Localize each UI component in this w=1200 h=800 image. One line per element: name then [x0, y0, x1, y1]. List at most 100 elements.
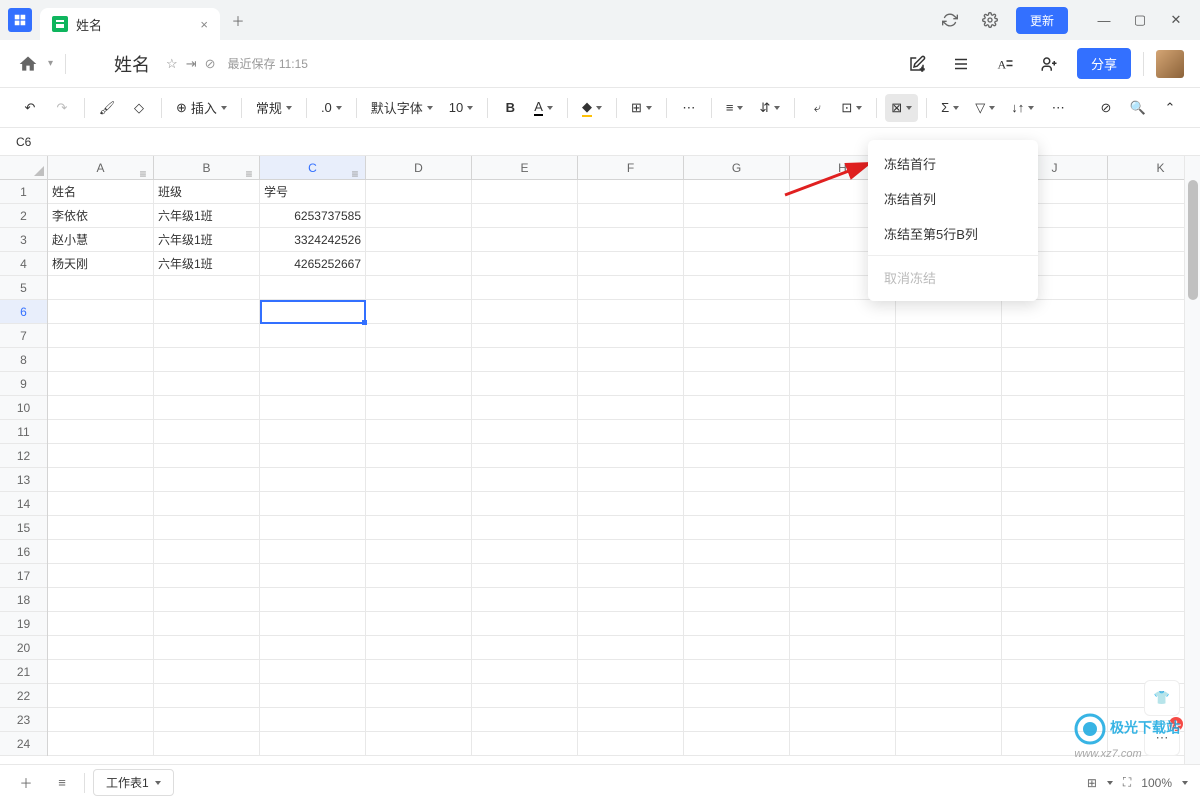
- cell-J8[interactable]: [1002, 348, 1108, 372]
- clear-format-button[interactable]: ◇: [125, 94, 153, 122]
- cell-H21[interactable]: [790, 660, 896, 684]
- assistant-icon[interactable]: 👕: [1144, 680, 1180, 716]
- row-header-18[interactable]: 18: [0, 588, 47, 612]
- cell-D18[interactable]: [366, 588, 472, 612]
- bold-button[interactable]: B: [496, 94, 524, 122]
- cell-B19[interactable]: [154, 612, 260, 636]
- cell-F15[interactable]: [578, 516, 684, 540]
- cell-I12[interactable]: [896, 444, 1002, 468]
- cell-D14[interactable]: [366, 492, 472, 516]
- cell-A11[interactable]: [48, 420, 154, 444]
- text-color-button[interactable]: A: [528, 94, 559, 122]
- close-tab-icon[interactable]: ×: [200, 17, 208, 32]
- cell-I24[interactable]: [896, 732, 1002, 756]
- cell-F20[interactable]: [578, 636, 684, 660]
- cell-I7[interactable]: [896, 324, 1002, 348]
- cell-C5[interactable]: [260, 276, 366, 300]
- column-header-D[interactable]: D: [366, 156, 472, 179]
- cell-J9[interactable]: [1002, 372, 1108, 396]
- cell-D13[interactable]: [366, 468, 472, 492]
- cell-A19[interactable]: [48, 612, 154, 636]
- cell-C8[interactable]: [260, 348, 366, 372]
- cell-I11[interactable]: [896, 420, 1002, 444]
- font-size-dropdown[interactable]: 10: [443, 94, 479, 122]
- cell-C17[interactable]: [260, 564, 366, 588]
- cell-H14[interactable]: [790, 492, 896, 516]
- text-format-icon[interactable]: A: [989, 48, 1021, 80]
- cell-B17[interactable]: [154, 564, 260, 588]
- row-header-7[interactable]: 7: [0, 324, 47, 348]
- cell-H10[interactable]: [790, 396, 896, 420]
- cell-H8[interactable]: [790, 348, 896, 372]
- list-icon[interactable]: [945, 48, 977, 80]
- cell-F22[interactable]: [578, 684, 684, 708]
- cell-G8[interactable]: [684, 348, 790, 372]
- cell-A15[interactable]: [48, 516, 154, 540]
- cell-F23[interactable]: [578, 708, 684, 732]
- cell-H9[interactable]: [790, 372, 896, 396]
- cell-A16[interactable]: [48, 540, 154, 564]
- cell-J11[interactable]: [1002, 420, 1108, 444]
- cell-E22[interactable]: [472, 684, 578, 708]
- freeze-to-cell-item[interactable]: 冻结至第5行B列: [868, 216, 1038, 251]
- share-button[interactable]: 分享: [1077, 48, 1131, 79]
- cell-D19[interactable]: [366, 612, 472, 636]
- star-icon[interactable]: ☆: [166, 56, 178, 72]
- row-header-11[interactable]: 11: [0, 420, 47, 444]
- column-header-F[interactable]: F: [578, 156, 684, 179]
- borders-button[interactable]: ⊞: [625, 94, 658, 122]
- edit-icon[interactable]: +: [901, 48, 933, 80]
- cell-F7[interactable]: [578, 324, 684, 348]
- cell-H23[interactable]: [790, 708, 896, 732]
- cell-J22[interactable]: [1002, 684, 1108, 708]
- cell-D3[interactable]: [366, 228, 472, 252]
- cell-B7[interactable]: [154, 324, 260, 348]
- cell-J24[interactable]: [1002, 732, 1108, 756]
- cell-D6[interactable]: [366, 300, 472, 324]
- cell-E17[interactable]: [472, 564, 578, 588]
- cell-E13[interactable]: [472, 468, 578, 492]
- cell-B21[interactable]: [154, 660, 260, 684]
- cell-J6[interactable]: [1002, 300, 1108, 324]
- cell-C3[interactable]: 3324242526: [260, 228, 366, 252]
- cell-A24[interactable]: [48, 732, 154, 756]
- cell-A10[interactable]: [48, 396, 154, 420]
- row-header-20[interactable]: 20: [0, 636, 47, 660]
- cell-I9[interactable]: [896, 372, 1002, 396]
- cell-H7[interactable]: [790, 324, 896, 348]
- cell-A2[interactable]: 李依依: [48, 204, 154, 228]
- cell-I15[interactable]: [896, 516, 1002, 540]
- cell-G18[interactable]: [684, 588, 790, 612]
- cell-E19[interactable]: [472, 612, 578, 636]
- cell-F5[interactable]: [578, 276, 684, 300]
- cell-C1[interactable]: 学号: [260, 180, 366, 204]
- cell-F16[interactable]: [578, 540, 684, 564]
- cell-J16[interactable]: [1002, 540, 1108, 564]
- cell-E12[interactable]: [472, 444, 578, 468]
- cell-G13[interactable]: [684, 468, 790, 492]
- cell-I20[interactable]: [896, 636, 1002, 660]
- select-all-corner[interactable]: [0, 156, 48, 180]
- cell-F4[interactable]: [578, 252, 684, 276]
- cell-G15[interactable]: [684, 516, 790, 540]
- column-header-G[interactable]: G: [684, 156, 790, 179]
- cell-E4[interactable]: [472, 252, 578, 276]
- cell-E21[interactable]: [472, 660, 578, 684]
- cell-H19[interactable]: [790, 612, 896, 636]
- row-header-9[interactable]: 9: [0, 372, 47, 396]
- column-header-A[interactable]: A≡: [48, 156, 154, 179]
- cell-G5[interactable]: [684, 276, 790, 300]
- freeze-button[interactable]: ⊠: [885, 94, 918, 122]
- cell-B4[interactable]: 六年级1班: [154, 252, 260, 276]
- cell-D12[interactable]: [366, 444, 472, 468]
- cell-G2[interactable]: [684, 204, 790, 228]
- cell-E14[interactable]: [472, 492, 578, 516]
- cell-H13[interactable]: [790, 468, 896, 492]
- cell-J19[interactable]: [1002, 612, 1108, 636]
- cell-C22[interactable]: [260, 684, 366, 708]
- sort-button[interactable]: ↓↑: [1005, 94, 1040, 122]
- row-header-6[interactable]: 6: [0, 300, 47, 324]
- cell-A4[interactable]: 杨天刚: [48, 252, 154, 276]
- redo-button[interactable]: ↷: [48, 94, 76, 122]
- cell-J18[interactable]: [1002, 588, 1108, 612]
